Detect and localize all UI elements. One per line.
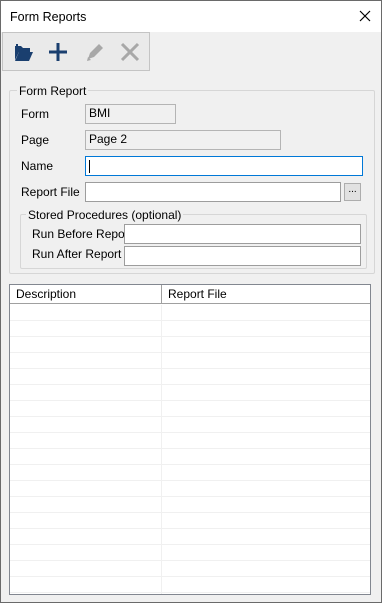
edit-button[interactable] [80, 37, 110, 67]
column-header-description[interactable]: Description [10, 285, 161, 304]
table-row [10, 497, 370, 513]
table-row [10, 433, 370, 449]
name-input[interactable] [85, 156, 363, 176]
run-before-input[interactable] [124, 224, 361, 244]
table-row [10, 369, 370, 385]
form-reports-window: Form Reports Form Report Form BMI Page P… [0, 0, 382, 603]
table-row [10, 401, 370, 417]
pencil-icon [87, 44, 103, 61]
table-row [10, 545, 370, 561]
report-file-input[interactable] [85, 182, 341, 202]
table-row [10, 529, 370, 545]
table-row [10, 561, 370, 577]
stored-procedures-group-label: Stored Procedures (optional) [26, 208, 184, 222]
form-label: Form [21, 107, 49, 121]
table-row [10, 353, 370, 369]
open-folder-icon [15, 44, 33, 61]
reports-table[interactable]: Description Report File [9, 284, 371, 595]
open-button[interactable] [8, 37, 38, 67]
table-row [10, 321, 370, 337]
delete-button[interactable] [115, 37, 145, 67]
table-row [10, 417, 370, 433]
table-row [10, 577, 370, 593]
browse-button[interactable]: ... [344, 183, 361, 201]
x-icon [120, 42, 140, 62]
name-label: Name [21, 159, 54, 173]
toolbar [2, 32, 150, 71]
form-report-group-label: Form Report [17, 84, 89, 98]
window-title: Form Reports [10, 10, 87, 24]
close-icon [359, 10, 371, 22]
run-after-label: Run After Report [32, 247, 122, 261]
add-button[interactable] [43, 37, 73, 67]
page-field: Page 2 [85, 130, 281, 150]
table-row [10, 305, 370, 321]
table-row [10, 337, 370, 353]
table-row [10, 465, 370, 481]
table-row [10, 513, 370, 529]
column-header-report-file[interactable]: Report File [162, 285, 370, 304]
table-row [10, 385, 370, 401]
title-bar: Form Reports [1, 1, 381, 32]
table-row [10, 449, 370, 465]
report-file-label: Report File [21, 185, 80, 199]
table-row [10, 481, 370, 497]
form-field: BMI [85, 104, 176, 124]
table-body [10, 305, 370, 594]
run-after-input[interactable] [124, 246, 361, 266]
page-label: Page [21, 133, 50, 147]
close-button[interactable] [349, 1, 381, 32]
run-before-label: Run Before Report [32, 227, 133, 241]
text-caret [89, 160, 90, 173]
plus-icon [49, 43, 67, 61]
table-header: Description Report File [10, 285, 370, 304]
